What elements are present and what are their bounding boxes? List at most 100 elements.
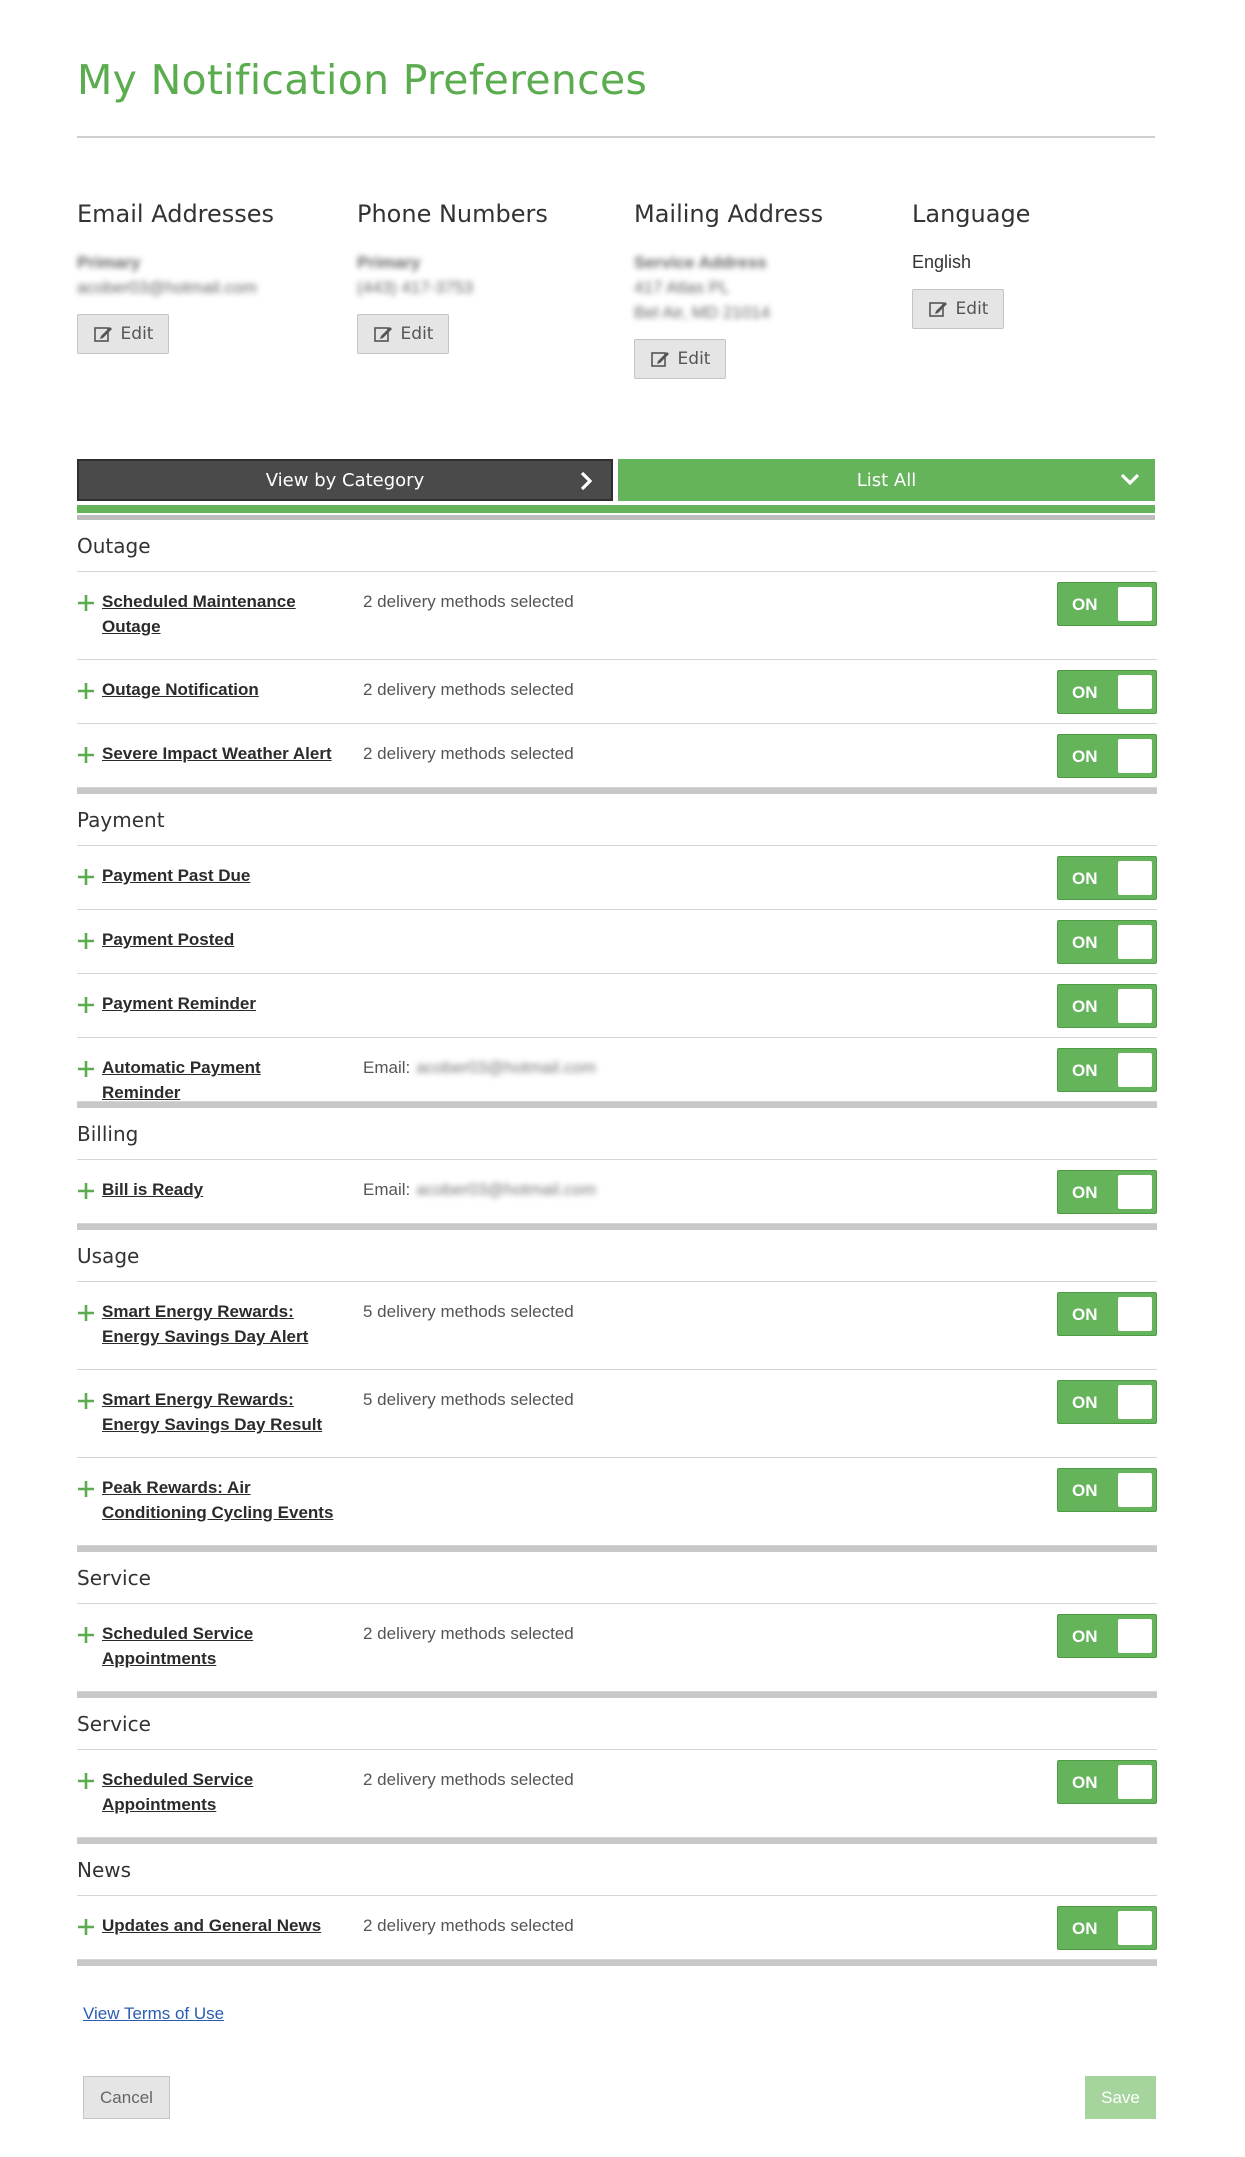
expand-plus-icon[interactable]	[77, 1626, 95, 1644]
notification-name-link[interactable]: Smart Energy Rewards: Energy Savings Day…	[102, 1387, 342, 1437]
expand-plus-icon[interactable]	[77, 1060, 95, 1078]
phone-primary-label: Primary	[357, 253, 421, 272]
toggle-knob	[1118, 1473, 1152, 1507]
notification-name-link[interactable]: Smart Energy Rewards: Energy Savings Day…	[102, 1299, 342, 1349]
edit-email-label: Edit	[120, 324, 154, 344]
delivery-detail-text: 5 delivery methods selected	[363, 1390, 574, 1409]
delivery-detail: 2 delivery methods selected	[363, 589, 574, 614]
mailing-street: 417 Atlas PL	[634, 278, 730, 297]
mailing-address-heading: Mailing Address	[634, 200, 824, 228]
notification-toggle[interactable]: ON	[1057, 1380, 1157, 1424]
delivery-detail-text: Email:	[363, 1058, 411, 1077]
notification-toggle[interactable]: ON	[1057, 582, 1157, 626]
notification-toggle[interactable]: ON	[1057, 1048, 1157, 1092]
section-heading: Service	[77, 1552, 1157, 1604]
notification-toggle[interactable]: ON	[1057, 1614, 1157, 1658]
toggle-knob	[1118, 675, 1152, 709]
phone-numbers-heading: Phone Numbers	[357, 200, 548, 228]
delivery-detail: Email: acober03@hotmail.com	[363, 1177, 596, 1202]
tab-list-all[interactable]: List All	[618, 459, 1155, 501]
expand-plus-icon[interactable]	[77, 1304, 95, 1322]
expand-plus-icon[interactable]	[77, 746, 95, 764]
notification-row: Severe Impact Weather Alert 2 delivery me…	[77, 724, 1157, 788]
edit-mailing-label: Edit	[677, 349, 711, 369]
edit-phone-button[interactable]: Edit	[357, 314, 449, 354]
expand-plus-icon[interactable]	[77, 1182, 95, 1200]
notification-toggle[interactable]: ON	[1057, 1760, 1157, 1804]
expand-plus-icon[interactable]	[77, 682, 95, 700]
notification-name-link[interactable]: Peak Rewards: Air Conditioning Cycling E…	[102, 1475, 342, 1525]
notification-toggle[interactable]: ON	[1057, 1292, 1157, 1336]
section-heading: Usage	[77, 1230, 1157, 1282]
notification-row: Updates and General News 2 delivery metho…	[77, 1896, 1157, 1960]
language-block: Language English Edit	[912, 200, 1182, 329]
terms-of-use-link[interactable]: View Terms of Use	[83, 2004, 224, 2024]
notification-name-link[interactable]: Payment Past Due	[102, 863, 342, 888]
edit-icon	[650, 352, 669, 367]
toggle-on-label: ON	[1072, 1305, 1098, 1324]
edit-language-button[interactable]: Edit	[912, 289, 1004, 329]
tab-view-by-category[interactable]: View by Category	[77, 459, 613, 501]
notification-toggle[interactable]: ON	[1057, 1468, 1157, 1512]
toggle-on-label: ON	[1072, 683, 1098, 702]
delivery-detail: 5 delivery methods selected	[363, 1299, 574, 1324]
active-tab-bar	[77, 505, 1155, 513]
mailing-service-label: Service Address	[634, 253, 767, 272]
notification-name-link[interactable]: Payment Reminder	[102, 991, 342, 1016]
notification-name-link[interactable]: Bill is Ready	[102, 1177, 342, 1202]
notification-toggle[interactable]: ON	[1057, 984, 1157, 1028]
expand-plus-icon[interactable]	[77, 1480, 95, 1498]
expand-plus-icon[interactable]	[77, 594, 95, 612]
expand-plus-icon[interactable]	[77, 932, 95, 950]
delivery-detail: 2 delivery methods selected	[363, 677, 574, 702]
toggle-knob	[1118, 1765, 1152, 1799]
toggle-on-label: ON	[1072, 1061, 1098, 1080]
notification-name-link[interactable]: Scheduled Service Appointments	[102, 1767, 342, 1817]
notification-toggle[interactable]: ON	[1057, 1170, 1157, 1214]
notification-name-link[interactable]: Outage Notification	[102, 677, 342, 702]
notification-name-link[interactable]: Scheduled Service Appointments	[102, 1621, 342, 1671]
notification-row: Scheduled Maintenance Outage 2 delivery m…	[77, 572, 1157, 660]
delivery-detail-text: 2 delivery methods selected	[363, 1624, 574, 1643]
section-heading: News	[77, 1844, 1157, 1896]
toggle-on-label: ON	[1072, 1183, 1098, 1202]
notification-name-link[interactable]: Updates and General News	[102, 1913, 342, 1938]
notification-toggle[interactable]: ON	[1057, 856, 1157, 900]
notification-name-link[interactable]: Payment Posted	[102, 927, 342, 952]
toggle-knob	[1118, 1385, 1152, 1419]
expand-plus-icon[interactable]	[77, 1918, 95, 1936]
notification-toggle[interactable]: ON	[1057, 920, 1157, 964]
toggle-on-label: ON	[1072, 1919, 1098, 1938]
notification-row: Scheduled Service Appointments 2 delivery…	[77, 1750, 1157, 1838]
notification-toggle[interactable]: ON	[1057, 1906, 1157, 1950]
save-button[interactable]: Save	[1085, 2076, 1156, 2119]
chevron-down-icon	[1120, 473, 1140, 486]
toggle-on-label: ON	[1072, 1773, 1098, 1792]
notification-row: Smart Energy Rewards: Energy Savings Day…	[77, 1282, 1157, 1370]
toggle-knob	[1118, 1911, 1152, 1945]
edit-mailing-button[interactable]: Edit	[634, 339, 726, 379]
section-heading: Payment	[77, 794, 1157, 846]
notification-row: Automatic Payment Reminder Email: acober03…	[77, 1038, 1157, 1102]
email-addresses-heading: Email Addresses	[77, 200, 275, 228]
mailing-address-block: Mailing Address Service Address 417 Atla…	[634, 200, 904, 379]
delivery-detail: Email: acober03@hotmail.com	[363, 1055, 596, 1080]
expand-plus-icon[interactable]	[77, 996, 95, 1014]
expand-plus-icon[interactable]	[77, 868, 95, 886]
delivery-detail: 5 delivery methods selected	[363, 1387, 574, 1412]
toggle-on-label: ON	[1072, 1627, 1098, 1646]
notification-toggle[interactable]: ON	[1057, 670, 1157, 714]
toggle-on-label: ON	[1072, 933, 1098, 952]
notification-name-link[interactable]: Scheduled Maintenance Outage	[102, 589, 342, 639]
notification-name-link[interactable]: Severe Impact Weather Alert	[102, 741, 342, 766]
expand-plus-icon[interactable]	[77, 1772, 95, 1790]
expand-plus-icon[interactable]	[77, 1392, 95, 1410]
language-heading: Language	[912, 200, 1031, 228]
notification-row: Payment Reminder ON	[77, 974, 1157, 1038]
edit-icon	[93, 327, 112, 342]
view-tabs: View by Category List All	[77, 459, 1155, 501]
notification-toggle[interactable]: ON	[1057, 734, 1157, 778]
edit-email-button[interactable]: Edit	[77, 314, 169, 354]
cancel-button[interactable]: Cancel	[83, 2076, 170, 2119]
notification-name-link[interactable]: Automatic Payment Reminder	[102, 1055, 342, 1105]
